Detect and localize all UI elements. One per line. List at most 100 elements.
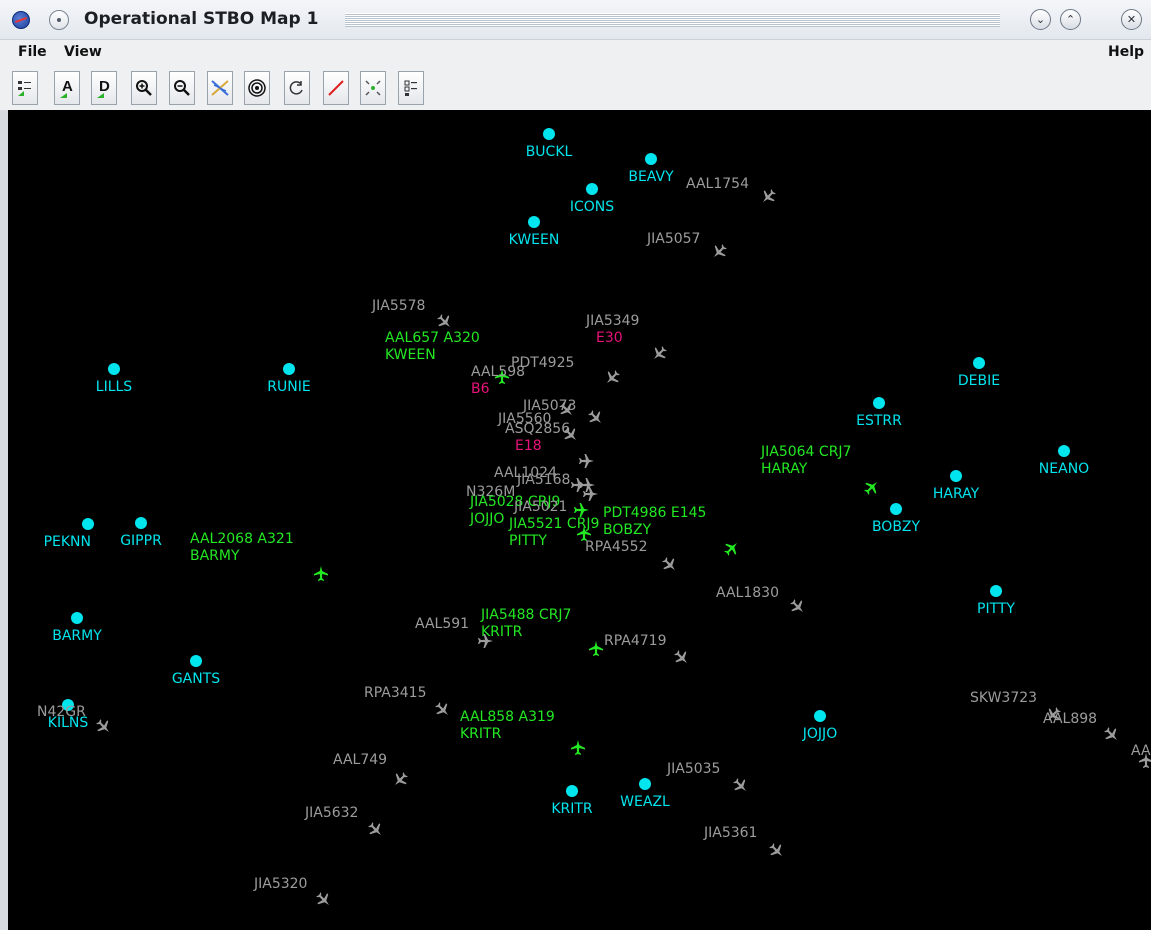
chevron-up-icon: ⌃ — [1065, 13, 1076, 26]
aircraft-destination-jia5028-crj9: JOJJO — [469, 511, 504, 527]
draw-line-button[interactable] — [323, 71, 349, 105]
aircraft-destination-aal657-a320: KWEEN — [385, 347, 436, 363]
fix-marker-haray[interactable] — [950, 470, 962, 482]
fix-marker-peknn[interactable] — [82, 518, 94, 530]
map-layer: BUCKL BEAVY ICONS KWEEN LILLS RUNIE DEBIE ESTRR… — [37, 128, 1151, 910]
aircraft-callsign-aal1754: AAL1754 — [686, 176, 749, 192]
fix-marker-lills[interactable] — [108, 363, 120, 375]
minimize-button[interactable]: ⌄ — [1030, 9, 1051, 30]
aircraft-callsign-jia5021: JIA5021 — [513, 499, 567, 515]
aircraft-callsign-aal1830: AAL1830 — [716, 585, 779, 601]
fix-label-debie: DEBIE — [958, 373, 1000, 389]
aircraft-icon-jia5035[interactable] — [730, 775, 751, 796]
fix-label-haray: HARAY — [933, 486, 980, 502]
fix-marker-pitty[interactable] — [990, 585, 1002, 597]
aircraft-icon-rpa3415[interactable] — [432, 699, 453, 720]
fix-marker-buckl[interactable] — [543, 128, 555, 140]
fix-label-beavy: BEAVY — [628, 169, 674, 185]
departure-tool-button[interactable]: D — [91, 71, 117, 105]
fix-label-estrr: ESTRR — [856, 413, 902, 429]
aircraft-icon-jia5320[interactable] — [313, 889, 334, 910]
aircraft-callsign-aal898: AAL898 — [1043, 711, 1097, 727]
aircraft-callsign-rpa3415: RPA3415 — [364, 685, 426, 701]
aircraft-icon-jia5064-crj7[interactable] — [861, 477, 882, 498]
aircraft-callsign-jia5349: JIA5349 — [585, 313, 639, 329]
fix-marker-runie[interactable] — [283, 363, 295, 375]
range-rings-icon — [248, 79, 266, 97]
fix-marker-kween[interactable] — [528, 216, 540, 228]
fix-label-weazl: WEAZL — [620, 794, 670, 810]
title-bar: Operational STBO Map 1 ⌄ ⌃ ✕ — [0, 0, 1151, 40]
aircraft-icon-aal898[interactable] — [1101, 724, 1122, 745]
fix-label-peknn: PEKNN — [44, 534, 91, 550]
center-view-button[interactable] — [360, 71, 386, 105]
stbo-map-canvas[interactable]: BUCKL BEAVY ICONS KWEEN LILLS RUNIE DEBIE ESTRR… — [8, 110, 1151, 930]
aircraft-icon-aal1024[interactable] — [579, 454, 594, 468]
maximize-button[interactable]: ⌃ — [1060, 9, 1081, 30]
aircraft-icon-aal858-a319[interactable] — [571, 740, 585, 755]
fix-marker-beavy[interactable] — [645, 153, 657, 165]
fix-marker-neano[interactable] — [1058, 445, 1070, 457]
menu-file[interactable]: File — [18, 44, 47, 60]
fix-marker-debie[interactable] — [973, 357, 985, 369]
window-menu-button[interactable] — [49, 10, 69, 30]
fix-marker-bobzy[interactable] — [890, 503, 902, 515]
aircraft-callsign-jia5361: JIA5361 — [703, 825, 757, 841]
list-settings-icon — [18, 81, 31, 96]
aircraft-callsign-jia5320: JIA5320 — [253, 876, 307, 892]
aircraft-icon-jia5349[interactable] — [649, 343, 670, 364]
fix-marker-estrr[interactable] — [873, 397, 885, 409]
aircraft-callsign-jia5168: JIA5168 — [516, 472, 570, 488]
aircraft-icon-n42gr[interactable] — [93, 716, 114, 737]
aircraft-gate-aal598: B6 — [471, 381, 490, 397]
aircraft-icon-aal1830[interactable] — [787, 596, 808, 617]
crossing-routes-button[interactable] — [207, 71, 233, 105]
fix-marker-jojjo[interactable] — [814, 710, 826, 722]
fix-marker-barmy[interactable] — [71, 612, 83, 624]
refresh-button[interactable] — [284, 71, 310, 105]
aircraft-icon-rpa4552[interactable] — [659, 554, 680, 575]
aircraft-icon-jia5578[interactable] — [434, 311, 455, 332]
options-list-button[interactable] — [398, 71, 424, 105]
svg-text:A: A — [62, 78, 73, 95]
fix-label-gippr: GIPPR — [120, 533, 162, 549]
aircraft-icon-jia5361[interactable] — [766, 840, 787, 861]
fix-label-bobzy: BOBZY — [872, 519, 921, 535]
menu-view[interactable]: View — [64, 44, 102, 60]
aircraft-icon-aal749[interactable] — [390, 769, 411, 790]
zoom-in-button[interactable] — [131, 71, 157, 105]
aircraft-icon-aal1754[interactable] — [758, 186, 779, 207]
toolbar: A D — [0, 66, 1151, 110]
menu-bar: File View Help — [0, 40, 1151, 66]
close-button[interactable]: ✕ — [1121, 9, 1142, 30]
aircraft-gate-jia5349: E30 — [596, 330, 623, 346]
map-frame: BUCKL BEAVY ICONS KWEEN LILLS RUNIE DEBIE ESTRR… — [0, 110, 1151, 930]
fix-label-jojjo: JOJJO — [802, 726, 837, 742]
zoom-out-icon — [174, 80, 190, 96]
aircraft-icon-n326m[interactable] — [571, 478, 586, 492]
aircraft-icon-jia5632[interactable] — [365, 819, 386, 840]
aircraft-icon-pdt4925[interactable] — [602, 367, 623, 388]
aircraft-icon-jia5073[interactable] — [585, 407, 606, 428]
fix-marker-kritr[interactable] — [566, 785, 578, 797]
aircraft-callsign-jia5521-crj9: JIA5521 CRJ9 — [508, 516, 599, 532]
aircraft-destination-jia5521-crj9: PITTY — [509, 533, 547, 549]
aircraft-icon-pdt4986-e145[interactable] — [721, 538, 742, 559]
aircraft-icon-rpa4719[interactable] — [671, 647, 692, 668]
fix-marker-weazl[interactable] — [639, 778, 651, 790]
zoom-out-button[interactable] — [169, 71, 195, 105]
aircraft-icon-aal2068-a321[interactable] — [314, 566, 328, 581]
aircraft-callsign-aal591: AAL591 — [415, 616, 469, 632]
menu-help[interactable]: Help — [1108, 44, 1144, 60]
fix-marker-gippr[interactable] — [135, 517, 147, 529]
fix-marker-icons[interactable] — [586, 183, 598, 195]
aircraft-icon-jia5488-crj7[interactable] — [589, 641, 603, 656]
aircraft-icon-jia5057[interactable] — [709, 241, 730, 262]
arrival-tool-button[interactable]: A — [54, 71, 80, 105]
range-rings-button[interactable] — [244, 71, 270, 105]
aircraft-icon-jia5021[interactable] — [583, 487, 598, 501]
aircraft-icon-jia5028-crj9[interactable] — [574, 503, 589, 517]
fix-marker-gants[interactable] — [190, 655, 202, 667]
fix-label-neano: NEANO — [1039, 461, 1089, 477]
settings-tool-button[interactable] — [12, 71, 38, 105]
